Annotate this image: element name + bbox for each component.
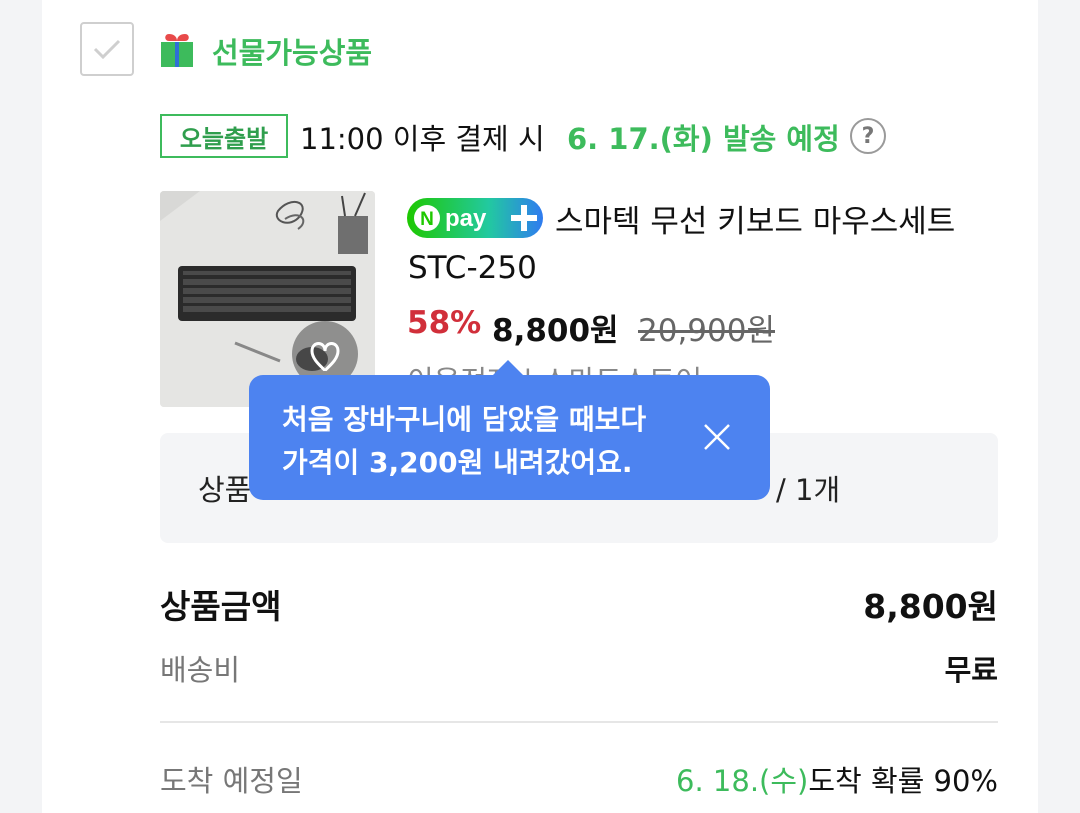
original-price: 20,900원 [638, 313, 775, 349]
divider [160, 721, 998, 723]
price-drop-tooltip: 처음 장바구니에 담았을 때보다 가격이 3,200원 내려갔어요. [249, 375, 770, 500]
arrival-label: 도착 예정일 [160, 764, 303, 798]
check-icon [93, 39, 121, 60]
option-label: 상품 [198, 473, 252, 507]
shipping-fee-value: 무료 [944, 653, 998, 687]
product-model[interactable]: STC-250 [408, 250, 537, 286]
product-title[interactable]: 스마텍 무선 키보드 마우스세트 [555, 196, 955, 241]
product-amount-label: 상품금액 [160, 587, 282, 626]
gift-box-icon [161, 34, 193, 67]
close-icon[interactable] [702, 422, 732, 452]
ship-condition-text: 11:00 이후 결제 시 [300, 122, 545, 156]
tooltip-arrow [492, 360, 524, 376]
option-quantity: / 1개 [776, 473, 841, 507]
svg-text:N: N [420, 209, 434, 230]
arrival-value: 6. 18.(수)도착 확률 90% [676, 758, 998, 800]
today-ship-badge: 오늘출발 [160, 114, 288, 158]
tooltip-line-1: 처음 장바구니에 담았을 때보다 [282, 403, 647, 436]
sale-price: 8,800원 [492, 313, 619, 349]
product-amount-value: 8,800원 [863, 587, 998, 626]
arrival-date: 6. 18.(수) [676, 764, 809, 798]
ship-date: 6. 17.(화) 발송 예정 [567, 122, 840, 156]
svg-text:pay: pay [445, 205, 487, 232]
help-icon[interactable]: ? [850, 118, 886, 154]
select-checkbox[interactable] [80, 22, 134, 76]
discount-rate: 58% [407, 305, 482, 341]
arrival-probability: 도착 확률 90% [808, 764, 998, 798]
gift-available-label: 선물가능상품 [212, 36, 373, 70]
npay-plus-badge: N pay [407, 198, 543, 238]
shipping-fee-label: 배송비 [160, 653, 241, 687]
tooltip-line-2: 가격이 3,200원 내려갔어요. [282, 446, 633, 479]
